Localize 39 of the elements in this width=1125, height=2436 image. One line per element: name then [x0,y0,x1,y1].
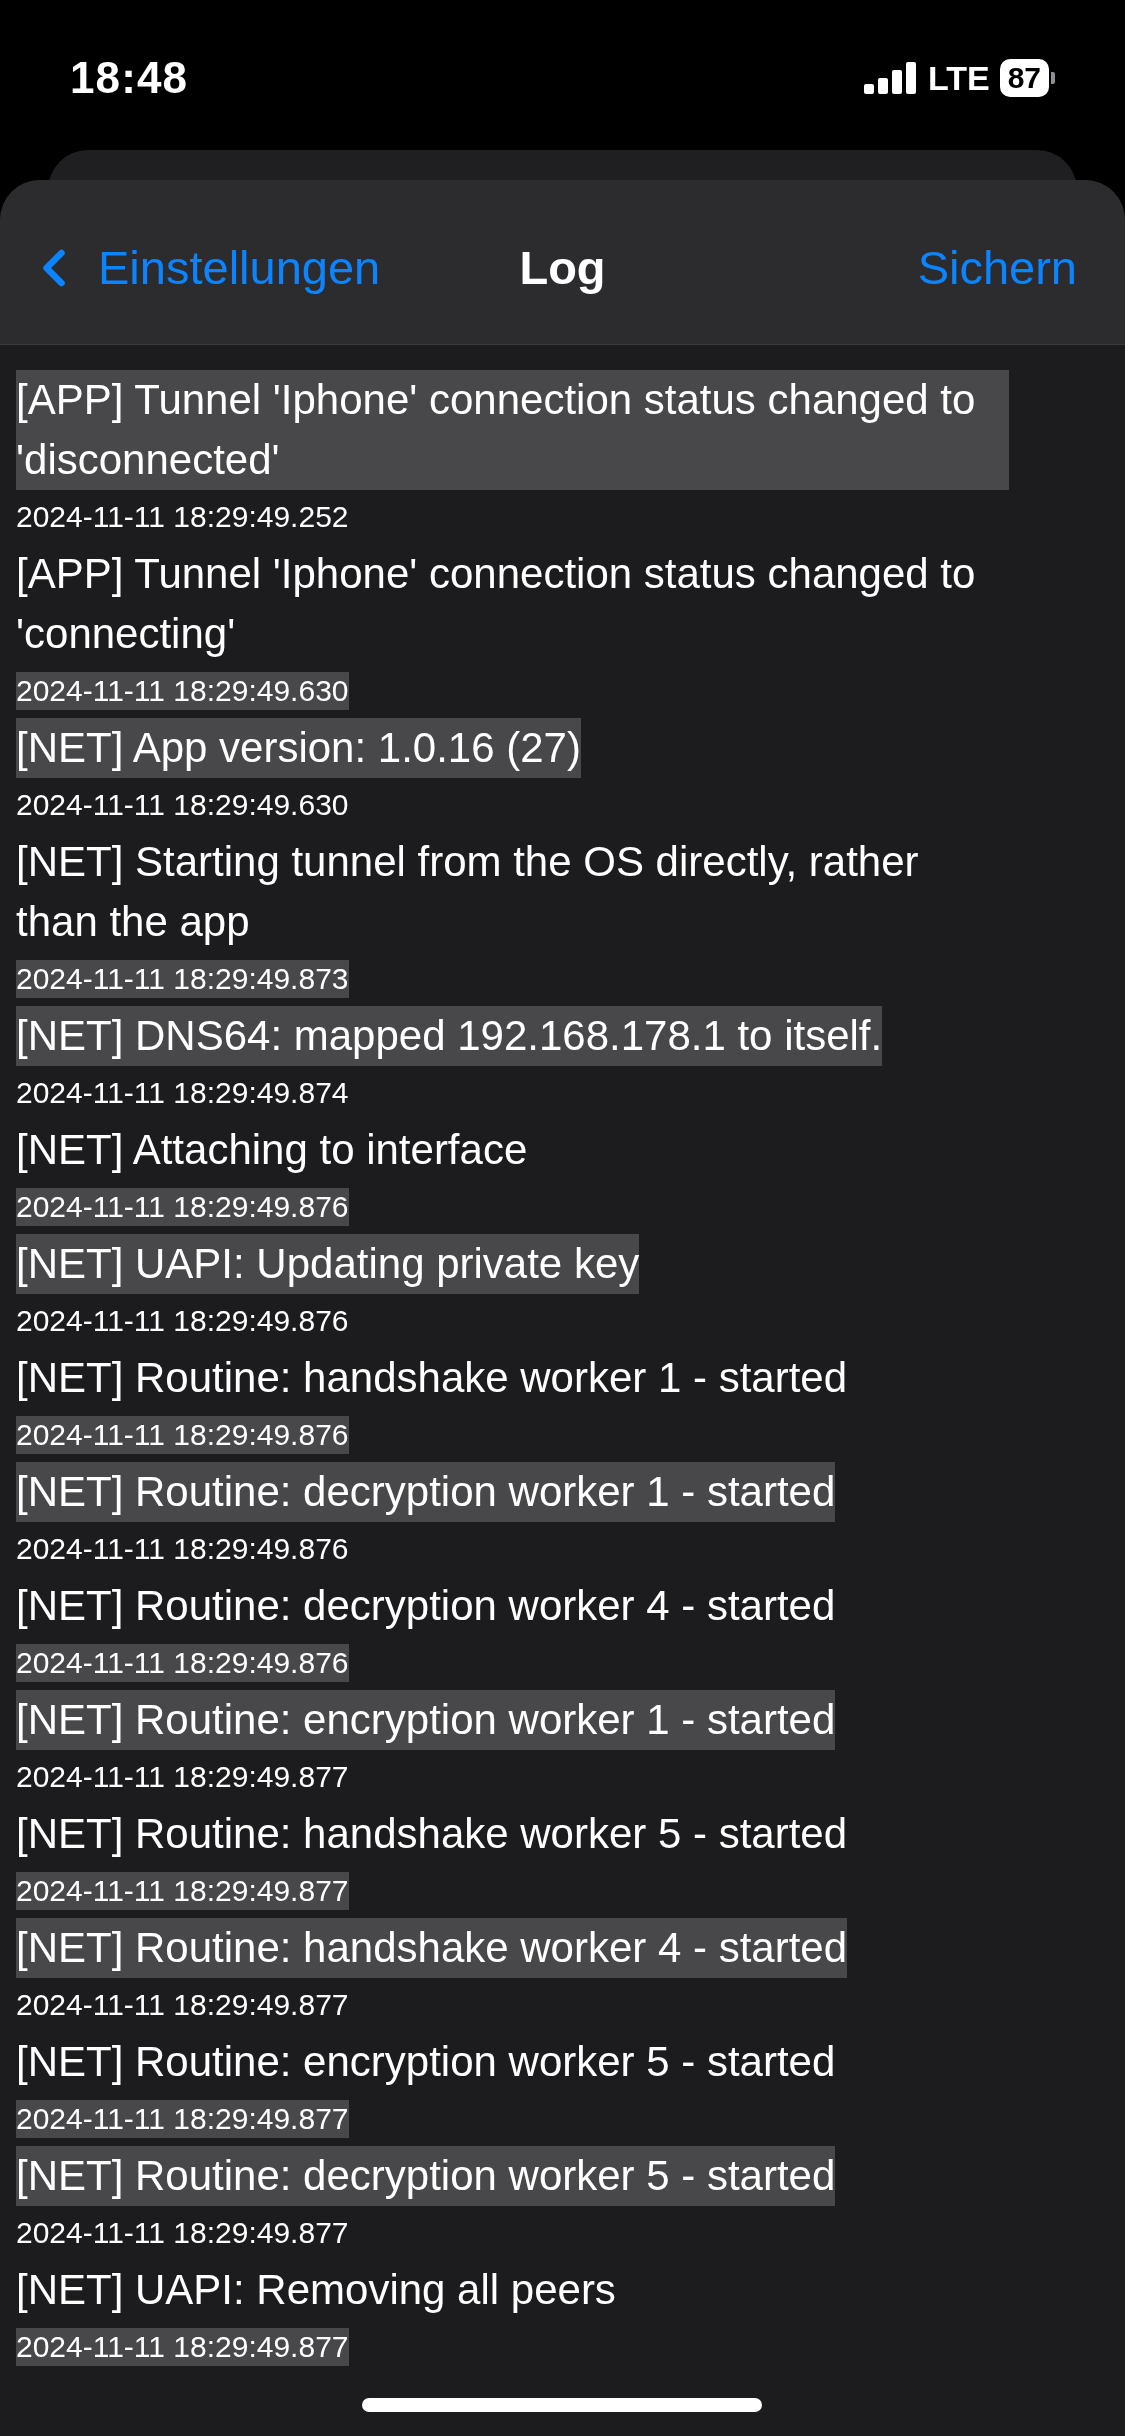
log-message: [NET] Starting tunnel from the OS directly, rather than the app [16,837,920,947]
log-timestamp: 2024-11-11 18:29:49.877 [16,2328,349,2366]
battery-indicator: 87 [999,59,1055,97]
log-timestamp: 2024-11-11 18:29:49.877 [16,2100,349,2138]
log-message: [APP] Tunnel 'Iphone' connection status changed to 'disconnected' [16,370,1009,490]
log-timestamp: 2024-11-11 18:29:49.252 [16,499,349,535]
log-timestamp: 2024-11-11 18:29:49.630 [16,672,349,710]
log-timestamp: 2024-11-11 18:29:49.876 [16,1531,349,1567]
status-time: 18:48 [70,52,189,104]
log-message: [NET] Attaching to interface [16,1125,528,1175]
log-timestamp: 2024-11-11 18:29:49.877 [16,1872,349,1910]
log-message: [APP] Tunnel 'Iphone' connection status changed to 'connecting' [16,549,977,659]
log-timestamp: 2024-11-11 18:29:49.876 [16,1416,349,1454]
log-message: [NET] Routine: handshake worker 1 - started [16,1353,848,1403]
log-message: [NET] Routine: encryption worker 5 - started [16,2037,836,2087]
log-message: [NET] UAPI: Updating private key [16,1234,640,1294]
log-timestamp: 2024-11-11 18:29:49.630 [16,787,349,823]
log-message: [NET] Routine: encryption worker 1 - started [16,1690,836,1750]
back-button[interactable]: Einstellungen [24,232,381,304]
log-timestamp: 2024-11-11 18:29:49.877 [16,1759,349,1795]
log-timestamp: 2024-11-11 18:29:49.877 [16,1987,349,2023]
log-message: [NET] Routine: decryption worker 5 - started [16,2146,836,2206]
log-timestamp: 2024-11-11 18:29:49.874 [16,1075,349,1111]
network-label: LTE [927,57,990,99]
log-message: [NET] Routine: handshake worker 4 - started [16,1918,848,1978]
navigation-title: Log [519,239,606,296]
log-message: [NET] UAPI: Removing all peers [16,2265,616,2315]
log-message: [NET] Routine: handshake worker 5 - started [16,1809,848,1859]
log-timestamp: 2024-11-11 18:29:49.877 [16,2215,349,2251]
signal-icon [863,62,918,94]
log-message: [NET] Routine: decryption worker 1 - started [16,1462,836,1522]
save-button[interactable]: Sichern [917,232,1077,304]
log-timestamp: 2024-11-11 18:29:49.876 [16,1303,349,1339]
log-timestamp: 2024-11-11 18:29:49.873 [16,960,349,998]
log-message: [NET] DNS64: mapped 192.168.178.1 to itself. [16,1006,883,1066]
log-timestamp: 2024-11-11 18:29:49.876 [16,1644,349,1682]
log-message: [NET] App version: 1.0.16 (27) [16,718,581,778]
log-message: [NET] Routine: decryption worker 4 - started [16,1581,836,1631]
log-timestamp: 2024-11-11 18:29:49.876 [16,1188,349,1226]
